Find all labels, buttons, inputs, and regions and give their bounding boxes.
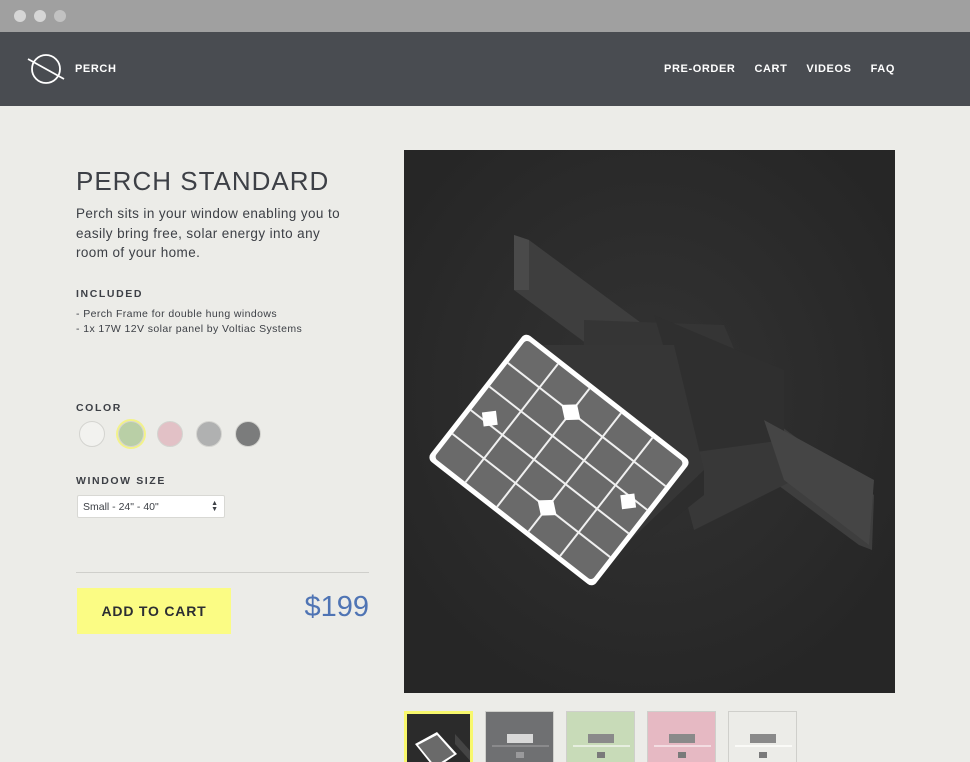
swatch-pink[interactable] (157, 421, 183, 447)
thumbnail-render (567, 712, 634, 762)
gallery-thumbnail[interactable] (404, 711, 473, 762)
swatch-dark-gray[interactable] (235, 421, 261, 447)
product-title: PERCH STANDARD (76, 166, 330, 196)
window-size-value: Small - 24" - 40" (83, 501, 159, 513)
swatch-light-gray[interactable] (196, 421, 222, 447)
product-description: Perch sits in your window enabling you t… (76, 206, 341, 260)
included-item: - Perch Frame for double hung windows (76, 308, 277, 320)
price: $199 (304, 591, 369, 623)
color-swatches (79, 421, 261, 447)
thumbnail-render (486, 712, 553, 762)
window-size-heading: WINDOW SIZE (76, 475, 166, 487)
gallery-thumbnail[interactable] (647, 711, 716, 762)
thumbnail-render (729, 712, 796, 762)
color-heading: COLOR (76, 402, 122, 414)
included-list: - Perch Frame for double hung windows - … (76, 307, 302, 337)
window-zoom-dot[interactable] (54, 10, 66, 22)
included-heading: INCLUDED (76, 288, 144, 300)
product-hero-image[interactable] (404, 150, 895, 693)
included-item: - 1x 17W 12V solar panel by Voltiac Syst… (76, 323, 303, 335)
window-size-select[interactable]: Small - 24" - 40" ▲ ▼ (77, 495, 225, 518)
brand-name[interactable]: PERCH (75, 63, 117, 75)
perch-logo-icon[interactable] (26, 52, 66, 86)
gallery-thumbnail[interactable] (566, 711, 635, 762)
gallery-thumbnail[interactable] (728, 711, 797, 762)
nav-pre-order[interactable]: PRE-ORDER (664, 63, 735, 75)
thumbnail-render (648, 712, 715, 762)
nav-videos[interactable]: VIDEOS (806, 63, 851, 75)
swatch-white[interactable] (79, 421, 105, 447)
nav-faq[interactable]: FAQ (871, 63, 895, 75)
window-minimize-dot[interactable] (34, 10, 46, 22)
select-arrows-icon: ▲ ▼ (211, 500, 218, 513)
divider (76, 572, 369, 573)
swatch-green[interactable] (118, 421, 144, 447)
add-to-cart-button[interactable]: ADD TO CART (77, 588, 231, 634)
nav-cart[interactable]: CART (754, 63, 787, 75)
gallery-thumbnail[interactable] (485, 711, 554, 762)
window-chrome (0, 0, 970, 32)
gallery-thumbnails (404, 711, 797, 762)
top-navigation: PERCH PRE-ORDER CART VIDEOS FAQ (0, 32, 970, 106)
thumbnail-render (407, 714, 470, 762)
window-close-dot[interactable] (14, 10, 26, 22)
nav-links: PRE-ORDER CART VIDEOS FAQ (664, 63, 895, 75)
perch-product-render (404, 150, 895, 693)
